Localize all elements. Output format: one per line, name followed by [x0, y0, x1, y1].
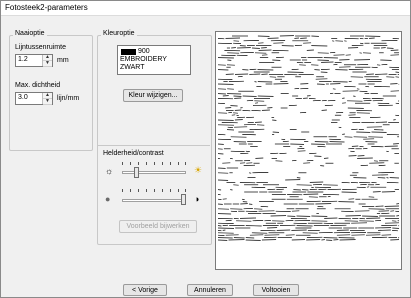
finish-button[interactable]: Voltooien [253, 284, 299, 296]
group-divider [97, 145, 210, 146]
max-density-unit: lijn/mm [57, 95, 80, 102]
color-option-title: Kleuroptie [101, 30, 137, 37]
change-color-button[interactable]: Kleur wijzigen... [123, 89, 183, 102]
color-code: 900 [138, 48, 150, 55]
contrast-slider[interactable] [122, 199, 186, 202]
contrast-slider-thumb[interactable] [181, 194, 186, 205]
line-spacing-spinner[interactable]: 1.2 ▲ ▼ [15, 54, 53, 67]
color-brand: EMBROIDERY [120, 56, 167, 63]
line-spacing-label: Lijntussenruimte [15, 44, 66, 51]
brightness-contrast-title: Helderheid/contrast [103, 150, 164, 157]
circle-half-icon: ◑ [194, 194, 200, 204]
sewing-option-title: Naaioptie [13, 30, 47, 37]
max-density-spinner[interactable]: 3.0 ▲ ▼ [15, 92, 53, 105]
color-list[interactable]: 900 EMBROIDERY ZWART [117, 45, 191, 75]
stitch-preview-image [217, 35, 400, 241]
contrast-ticks [122, 189, 186, 193]
update-preview-button[interactable]: Voorbeeld bijwerken [119, 220, 197, 233]
spin-down-icon[interactable]: ▼ [43, 99, 52, 105]
window-title: Fotosteek2-parameters [5, 3, 88, 12]
back-button[interactable]: < Vorige [123, 284, 167, 296]
preview-pane [215, 31, 402, 270]
color-name: ZWART [120, 64, 145, 71]
title-bar: Fotosteek2-parameters [1, 1, 410, 16]
dialog-window: Fotosteek2-parameters Naaioptie Lijntuss… [0, 0, 411, 298]
brightness-slider-thumb[interactable] [133, 167, 139, 178]
color-swatch [121, 49, 136, 55]
brightness-slider[interactable] [122, 171, 186, 174]
spin-down-icon[interactable]: ▼ [43, 61, 52, 67]
line-spacing-value: 1.2 [18, 56, 28, 63]
sun-small-icon: ☼ [105, 166, 114, 176]
sun-large-icon: ☀ [194, 165, 203, 175]
max-density-value: 3.0 [18, 94, 28, 101]
circle-filled-icon: ● [105, 194, 111, 204]
max-density-label: Max. dichtheid [15, 82, 61, 89]
cancel-button[interactable]: Annuleren [187, 284, 233, 296]
line-spacing-unit: mm [57, 57, 69, 64]
brightness-ticks [122, 162, 186, 166]
